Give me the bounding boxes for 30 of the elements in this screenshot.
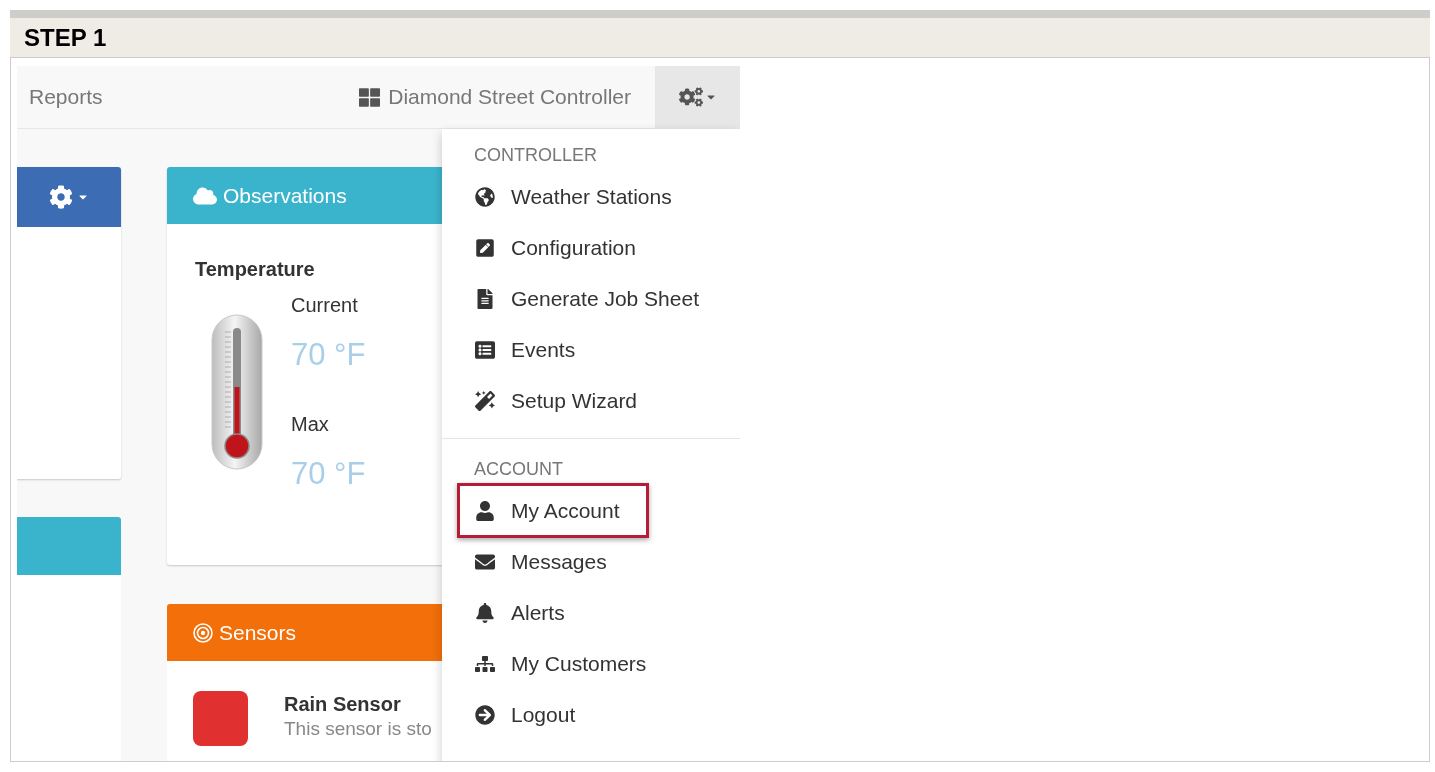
menu-section-header: ACCOUNT <box>473 457 564 481</box>
reading-label: Max <box>291 411 330 437</box>
reading-label: Current <box>291 293 359 318</box>
list-icon <box>475 339 495 360</box>
menu-section-header: CONTROLLER <box>473 143 599 167</box>
gear-icon <box>49 185 73 209</box>
step-title: STEP 1 <box>24 22 107 53</box>
controller-link[interactable]: Diamond Street Controller <box>359 81 631 113</box>
panel-title: Sensors <box>219 619 297 646</box>
user-icon <box>475 500 495 521</box>
wand-icon <box>475 390 495 411</box>
cloud-icon <box>193 185 217 206</box>
globe-icon <box>475 186 495 207</box>
reading-value: 70 °F <box>291 454 366 493</box>
settings-dropdown-button[interactable] <box>655 66 740 129</box>
panel-settings-button[interactable] <box>17 167 121 227</box>
reports-link[interactable]: Reports <box>29 81 103 113</box>
sensor-description: This sensor is sto <box>284 717 432 741</box>
document-icon <box>475 288 495 309</box>
grid-icon <box>359 86 381 108</box>
menu-item[interactable]: My Account <box>457 483 649 538</box>
reading-value: 70 °F <box>291 336 366 374</box>
edit-icon <box>475 237 495 258</box>
panel-title: Observations <box>223 182 347 209</box>
target-icon <box>193 622 213 643</box>
section-title: Temperature <box>195 257 316 282</box>
cogs-icon <box>678 85 703 109</box>
bell-icon <box>475 602 495 623</box>
sensor-name: Rain Sensor <box>284 692 402 717</box>
sitemap-icon <box>475 653 495 674</box>
